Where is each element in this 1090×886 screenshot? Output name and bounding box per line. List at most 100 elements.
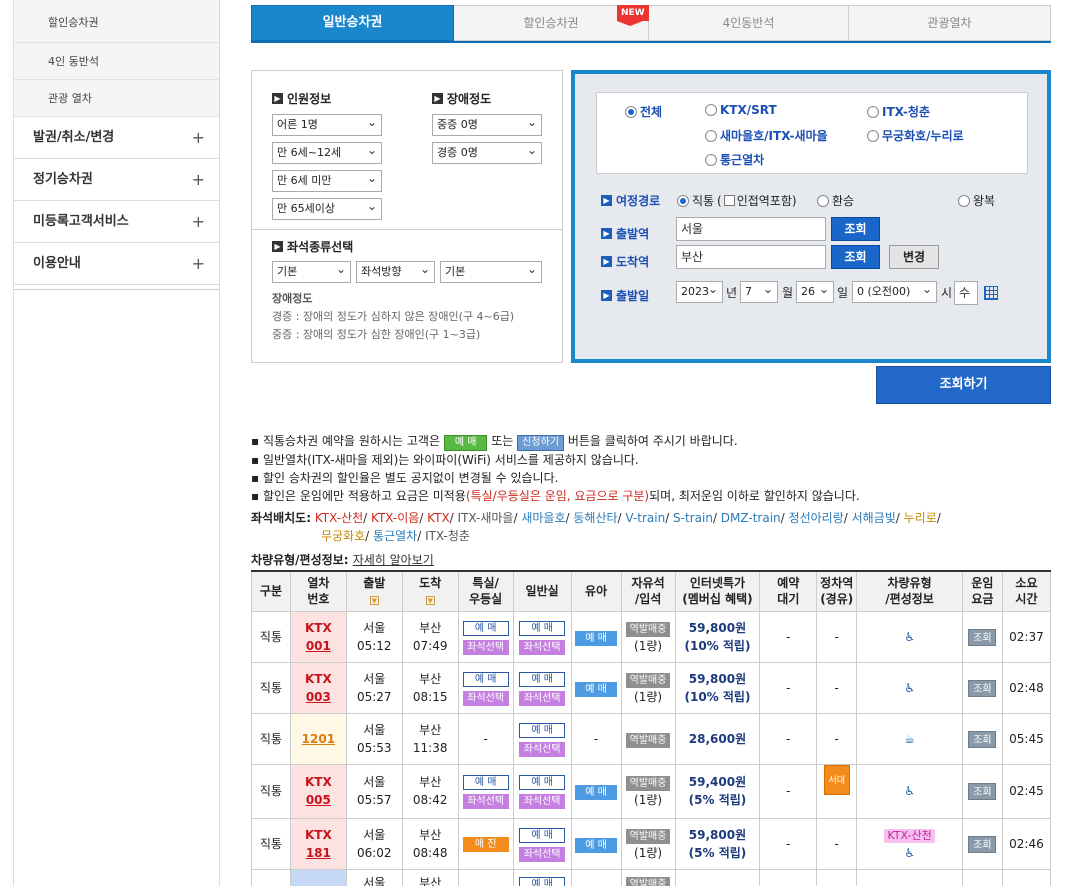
reserve-button[interactable]: 예 매 [519, 620, 566, 636]
arrive-search-button[interactable]: 조회 [831, 245, 880, 269]
wait-cell: - [759, 712, 818, 765]
radio-transfer[interactable]: 환승 [817, 192, 854, 209]
infant-cell: - [570, 712, 622, 765]
year-select[interactable]: 2023 [676, 279, 723, 303]
seatmap-link[interactable]: 통근열차 [373, 529, 417, 543]
dep-cell: 서울 05:53 [345, 712, 403, 765]
infant-reserve-button[interactable]: 예 매 [575, 681, 618, 697]
month-select[interactable]: 7 [740, 279, 778, 303]
fare-lookup-button[interactable]: 조회 [968, 679, 997, 697]
tab-4seat[interactable]: 4인동반석 [649, 5, 849, 41]
seatmap-link[interactable]: 동해산타 [573, 511, 617, 525]
seatmap-link[interactable]: ITX-새마을 [458, 511, 514, 525]
radio-commuter[interactable]: 통근열차 [705, 151, 764, 168]
nearby-checkbox[interactable]: (인접역포함) [717, 192, 797, 209]
hour-select[interactable]: 0 (오전00) [852, 279, 937, 303]
seatmap-link[interactable]: ITX-청춘 [425, 529, 470, 543]
sidebar-item-guide[interactable]: 이용안내 + [14, 243, 219, 285]
fare-lookup-button[interactable]: 조회 [968, 730, 997, 748]
radio-round[interactable]: 왕복 [958, 192, 995, 209]
seat-select-button[interactable]: 좌석선택 [519, 846, 566, 862]
seat-class-select[interactable]: 기본 [272, 259, 351, 283]
depart-input[interactable]: 서울 [676, 217, 826, 241]
sidebar-item-ticketing[interactable]: 발권/취소/변경 + [14, 117, 219, 159]
train-number[interactable]: 181 [306, 846, 331, 860]
depart-search-button[interactable]: 조회 [831, 217, 880, 241]
seat-select-button[interactable]: 좌석선택 [462, 690, 509, 706]
infant-reserve-button[interactable]: 예 매 [575, 630, 618, 646]
sidebar-sub-discount[interactable]: 할인승차권 [14, 0, 219, 43]
mild-select[interactable]: 경증 0명 [432, 140, 542, 164]
empty-value: - [834, 680, 839, 695]
sidebar-item-guest[interactable]: 미등록고객서비스 + [14, 201, 219, 243]
radio-direct[interactable]: 직통 [677, 192, 714, 209]
radio-itx-cheongchun[interactable]: ITX-청춘 [867, 103, 930, 120]
seat-select-button[interactable]: 좌석선택 [519, 690, 566, 706]
seatmap-link[interactable]: KTX-산천 [315, 511, 363, 525]
infant-reserve-button[interactable]: 예 매 [575, 785, 618, 800]
adult-select[interactable]: 어른 1명 [272, 112, 382, 136]
reserve-button[interactable]: 예 매 [462, 775, 509, 790]
free-cell: 역발매중 (1량) [620, 610, 676, 663]
duration-cell: 02:45 [1001, 763, 1052, 819]
seatmap-link[interactable]: KTX-이음 [371, 511, 419, 525]
tab-tour[interactable]: 관광열차 [849, 5, 1051, 41]
reserve-button[interactable]: 예 매 [519, 876, 566, 886]
sort-icon[interactable]: ▼ [425, 596, 435, 606]
reserve-button[interactable]: 예 매 [519, 827, 566, 843]
sidebar-sub-tour[interactable]: 관광 열차 [14, 80, 219, 117]
seatmap-link[interactable]: V-train [625, 511, 665, 525]
fare-lookup-button[interactable]: 조회 [968, 835, 997, 853]
seat-direction-select[interactable]: 좌석방향 [356, 259, 435, 283]
radio-ktx[interactable]: KTX/SRT [705, 103, 777, 117]
severe-select[interactable]: 중증 0명 [432, 112, 542, 136]
arrive-input[interactable]: 부산 [676, 245, 826, 269]
composition-link[interactable]: 자세히 알아보기 [353, 553, 434, 567]
infant-select[interactable]: 만 6세 미만 [272, 168, 382, 192]
seatmap-link[interactable]: 정선아리랑 [789, 511, 844, 525]
seatmap-link[interactable]: 새마을호 [521, 511, 565, 525]
seatmap-link[interactable]: S-train [673, 511, 713, 525]
calendar-icon[interactable] [984, 286, 998, 300]
tab-general[interactable]: 일반승차권 [251, 5, 454, 41]
senior-select[interactable]: 만 65세이상 [272, 196, 382, 220]
stopover-badge[interactable]: 서대구 [823, 764, 850, 816]
train-number[interactable]: 001 [306, 639, 331, 653]
seat-select-button[interactable]: 좌석선택 [519, 639, 566, 655]
radio-all[interactable]: 전체 [625, 103, 662, 120]
swap-button[interactable]: 변경 [889, 245, 939, 269]
seatmap-sep: / [419, 511, 428, 525]
fare-lookup-button[interactable]: 조회 [968, 628, 997, 646]
seatmap-link[interactable]: 무궁화호 [321, 529, 365, 543]
reserve-button[interactable]: 예 매 [519, 722, 566, 738]
seatmap-link[interactable]: 누리로 [904, 511, 937, 525]
seat-select-button[interactable]: 좌석선택 [462, 794, 509, 809]
reserve-button[interactable]: 예 매 [462, 671, 509, 687]
radio-saemaeul[interactable]: 새마을호/ITX-새마을 [705, 127, 828, 144]
reserve-button[interactable]: 예 매 [519, 775, 566, 790]
reserve-button[interactable]: 예 매 [519, 671, 566, 687]
seat-select-button[interactable]: 좌석선택 [462, 639, 509, 655]
wheelchair-icon: ♿ [904, 680, 915, 695]
seatmap-link[interactable]: KTX [427, 511, 450, 525]
infant-reserve-button[interactable]: 예 매 [575, 837, 618, 853]
reserve-button[interactable]: 예 매 [462, 620, 509, 636]
radio-mugunghwa[interactable]: 무궁화호/누리로 [867, 127, 964, 144]
train-number[interactable]: 003 [306, 690, 331, 704]
sort-icon[interactable]: ▼ [369, 596, 379, 606]
child-select[interactable]: 만 6세~12세 [272, 140, 382, 164]
seat-select-button[interactable]: 좌석선택 [519, 741, 566, 757]
seat-select-button[interactable]: 좌석선택 [519, 794, 566, 809]
seatmap-link[interactable]: 서해금빛 [852, 511, 896, 525]
sidebar-item-season[interactable]: 정기승차권 + [14, 159, 219, 201]
tab-discount[interactable]: 할인승차권 NEW [454, 5, 649, 41]
sidebar-sub-4seat[interactable]: 4인 동반석 [14, 43, 219, 80]
fare-lookup-button[interactable]: 조회 [968, 783, 997, 800]
search-button[interactable]: 조회하기 [876, 366, 1051, 404]
seatmap-link[interactable]: DMZ-train [721, 511, 781, 525]
train-number[interactable]: 005 [306, 793, 331, 807]
day-select[interactable]: 26 [796, 279, 834, 303]
train-number[interactable]: 1201 [302, 732, 335, 746]
seat-position-select[interactable]: 기본 [440, 259, 542, 283]
cafe-icon: ☕ [904, 731, 915, 746]
